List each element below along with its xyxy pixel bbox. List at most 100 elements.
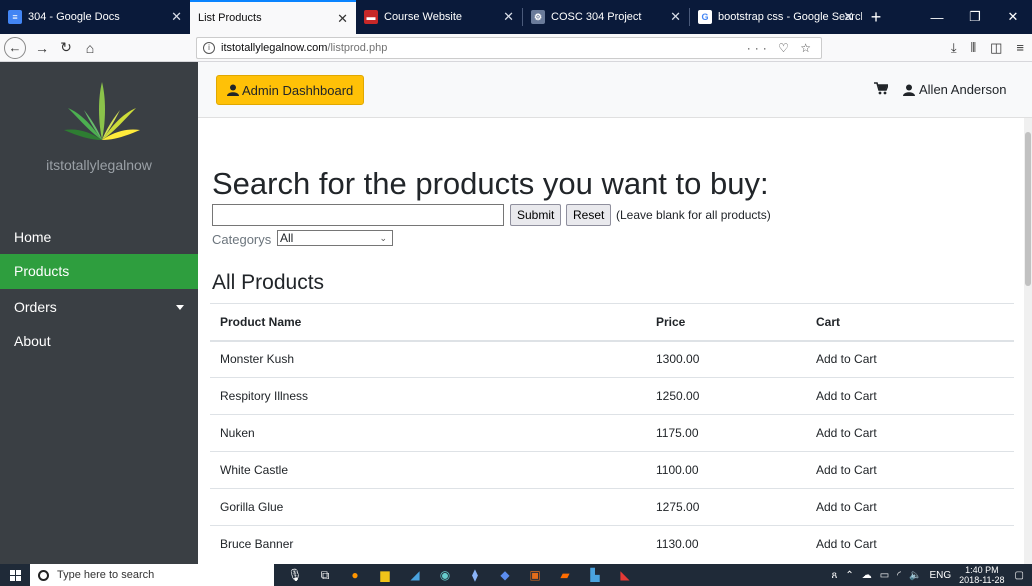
add-to-cart-link[interactable]: Add to Cart	[806, 414, 1014, 452]
minimize-icon[interactable]: —	[918, 10, 956, 25]
app-icon[interactable]: ◆	[490, 568, 520, 582]
submit-button[interactable]: Submit	[510, 204, 562, 226]
product-name: Respitory Illness	[210, 377, 646, 415]
volume-icon[interactable]: 🔈	[909, 570, 921, 581]
category-select[interactable]: All ⌄	[277, 230, 393, 246]
add-to-cart-link[interactable]: Add to Cart	[806, 377, 1014, 415]
forward-icon[interactable]: →	[30, 40, 54, 56]
tab-google-docs[interactable]: ≡ 304 - Google Docs ✕	[0, 0, 190, 34]
paint-icon[interactable]: ▙	[580, 568, 610, 582]
product-price: 1100.00	[646, 451, 806, 489]
info-icon[interactable]: i	[203, 42, 215, 54]
reset-button[interactable]: Reset	[566, 204, 612, 226]
sidebar: itstotallylegalnow Home Products Orders …	[0, 62, 198, 564]
xampp-icon[interactable]: ▣	[520, 568, 550, 582]
table-row: Gorilla Glue 1275.00 Add to Cart	[210, 488, 1014, 526]
cart-icon[interactable]	[874, 82, 888, 95]
search-input[interactable]	[212, 204, 504, 226]
toolbar-right: ⤓ ⫴ ◫ ≡	[937, 40, 1024, 56]
tab-cosc-project[interactable]: ⚙ COSC 304 Project ✕	[523, 0, 689, 34]
leaf-logo-icon	[64, 82, 140, 140]
caret-down-icon	[176, 305, 184, 310]
sidebar-item-orders[interactable]: Orders	[0, 290, 198, 325]
tab-course-website[interactable]: ▬ Course Website ✕	[356, 0, 522, 34]
task-view-icon[interactable]: ⧉	[310, 568, 340, 583]
system-tray: ጸ ⌃ ☁ ▭ ◜ 🔈 ENG 1:40 PM 2018-11-28 ▢	[831, 564, 1032, 586]
sidebar-item-products[interactable]: Products	[0, 254, 198, 289]
url-host: itstotallylegalnow.com	[221, 42, 328, 54]
taskbar-clock[interactable]: 1:40 PM 2018-11-28	[959, 565, 1004, 585]
chrome-icon[interactable]: ◉	[430, 568, 460, 582]
taskbar-search[interactable]: Type here to search	[30, 564, 274, 586]
cloud-icon[interactable]: ☁	[862, 570, 872, 581]
language-indicator[interactable]: ENG	[930, 570, 952, 581]
clock-time: 1:40 PM	[965, 565, 999, 575]
page-scrollbar[interactable]	[1024, 118, 1032, 564]
close-icon[interactable]: ✕	[337, 11, 348, 27]
add-to-cart-link[interactable]: Add to Cart	[806, 340, 1014, 378]
top-bar: Admin Dashhboard Allen Anderson	[198, 62, 1032, 118]
menu-icon[interactable]: ≡	[1016, 40, 1024, 56]
window-controls: — ❐ ✕	[918, 0, 1032, 34]
tray-expand-icon[interactable]: ⌃	[845, 570, 853, 581]
sidebar-item-home[interactable]: Home	[0, 220, 198, 255]
admin-dashboard-button[interactable]: Admin Dashhboard	[216, 75, 365, 105]
google-docs-icon: ≡	[8, 10, 22, 24]
pocket-icon[interactable]: ♡	[778, 41, 793, 55]
add-to-cart-link[interactable]: Add to Cart	[806, 451, 1014, 489]
table-row: Bruce Banner 1130.00 Add to Cart	[210, 525, 1014, 563]
battery-icon[interactable]: ▭	[880, 570, 889, 581]
taskbar: Type here to search 🎙 ⧉ ● ▆ ◢ ◉ ⧫ ◆ ▣ ▰ …	[0, 564, 1032, 586]
network-app-icon[interactable]: ⧫	[460, 568, 490, 582]
notifications-icon[interactable]: ▢	[1015, 570, 1024, 581]
close-icon[interactable]: ✕	[171, 9, 182, 25]
reload-icon[interactable]: ↻	[54, 39, 78, 56]
url-bar[interactable]: i itstotallylegalnow.com/listprod.php ··…	[196, 37, 822, 59]
taskbar-apps: 🎙 ⧉ ● ▆ ◢ ◉ ⧫ ◆ ▣ ▰ ▙ ◣	[280, 568, 640, 583]
table-header-row: Product Name Price Cart	[210, 303, 1014, 342]
user-menu[interactable]: Allen Anderson	[903, 82, 1006, 97]
user-icon	[903, 84, 915, 96]
pdf-reader-icon[interactable]: ◣	[610, 568, 640, 582]
scrollbar-thumb[interactable]	[1025, 132, 1031, 286]
more-actions-icon[interactable]: ···	[747, 41, 771, 55]
windows-start-icon[interactable]	[0, 564, 30, 586]
wifi-icon[interactable]: ◜	[897, 570, 901, 581]
firefox-icon[interactable]: ●	[340, 568, 370, 582]
sidebar-item-about[interactable]: About	[0, 324, 198, 359]
close-window-icon[interactable]: ✕	[994, 9, 1032, 25]
product-price: 1300.00	[646, 340, 806, 378]
tab-list-products[interactable]: List Products ✕	[190, 0, 356, 34]
edit-app-icon[interactable]: ◢	[400, 568, 430, 582]
chevron-down-icon: ⌄	[379, 233, 387, 243]
product-name: Gorilla Glue	[210, 488, 646, 526]
restore-icon[interactable]: ❐	[956, 9, 994, 25]
table-row: Nuken 1175.00 Add to Cart	[210, 414, 1014, 452]
add-to-cart-link[interactable]: Add to Cart	[806, 525, 1014, 563]
search-hint: (Leave blank for all products)	[616, 208, 771, 222]
bookmark-star-icon[interactable]: ☆	[800, 41, 815, 55]
file-explorer-icon[interactable]: ▆	[370, 568, 400, 582]
close-icon[interactable]: ✕	[843, 9, 854, 25]
products-heading: All Products	[212, 271, 325, 294]
library-icon[interactable]: ⫴	[971, 40, 976, 56]
sublime-icon[interactable]: ▰	[550, 568, 580, 582]
microphone-icon[interactable]: 🎙	[280, 568, 310, 582]
add-to-cart-link[interactable]: Add to Cart	[806, 488, 1014, 526]
table-row: Monster Kush 1300.00 Add to Cart	[210, 340, 1014, 378]
course-site-icon: ▬	[364, 10, 378, 24]
column-header-name: Product Name	[210, 303, 646, 342]
close-icon[interactable]: ✕	[670, 9, 681, 25]
sidebar-toggle-icon[interactable]: ◫	[990, 40, 1002, 56]
tab-title: List Products	[198, 12, 262, 24]
back-icon[interactable]: ←	[4, 36, 26, 59]
tab-google-search[interactable]: G bootstrap css - Google Search ✕	[690, 0, 862, 34]
table-row: White Castle 1100.00 Add to Cart	[210, 451, 1014, 489]
tab-title: COSC 304 Project	[551, 11, 642, 23]
home-icon[interactable]: ⌂	[78, 40, 102, 56]
new-tab-button[interactable]: +	[862, 0, 890, 34]
people-icon[interactable]: ጸ	[831, 570, 837, 581]
page-actions: ··· ♡ ☆	[747, 41, 815, 55]
close-icon[interactable]: ✕	[503, 9, 514, 25]
download-icon[interactable]: ⤓	[951, 40, 957, 56]
